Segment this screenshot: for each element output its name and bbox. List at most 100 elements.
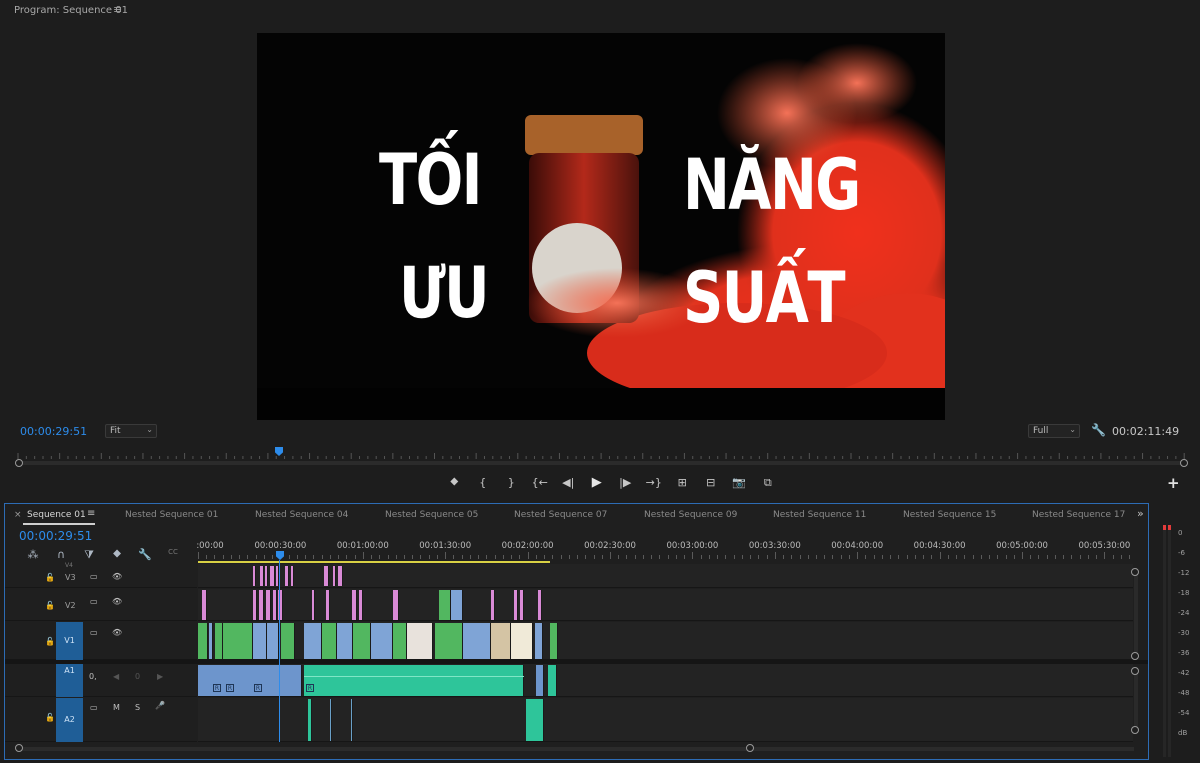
- track-area-v2[interactable]: [198, 589, 1133, 621]
- video-tracks-scrollbar[interactable]: [1134, 570, 1138, 656]
- v3-clip[interactable]: [253, 566, 256, 586]
- eye-icon[interactable]: 👁: [112, 597, 122, 606]
- captions-icon[interactable]: CC: [159, 548, 187, 562]
- next-keyframe-icon[interactable]: ▶: [157, 672, 163, 681]
- a2-clip[interactable]: [308, 699, 312, 741]
- lock-icon[interactable]: 🔓: [45, 713, 55, 722]
- video-scroll-bottom-handle[interactable]: [1131, 652, 1139, 660]
- snap-icon[interactable]: ∩: [47, 548, 75, 562]
- eye-icon[interactable]: 👁: [112, 628, 122, 637]
- a1-clip[interactable]: [304, 665, 524, 696]
- v2-clip[interactable]: [439, 590, 451, 620]
- tab-sequence-01[interactable]: Sequence 01: [27, 510, 86, 520]
- button-editor-add-button[interactable]: +: [1167, 474, 1180, 492]
- monitor-menu-icon[interactable]: ≡: [113, 3, 122, 16]
- v1-clip[interactable]: [535, 623, 543, 659]
- v3-clip[interactable]: [260, 566, 264, 586]
- tab-nested-sequence-07[interactable]: Nested Sequence 07: [514, 510, 607, 520]
- v2-clip[interactable]: [514, 590, 518, 620]
- v2-clip[interactable]: [538, 590, 542, 620]
- monitor-time-ruler[interactable]: [16, 449, 1186, 459]
- v2-clip[interactable]: [259, 590, 264, 620]
- close-tab-icon[interactable]: ×: [14, 510, 22, 520]
- v1-clip[interactable]: [463, 623, 491, 659]
- v3-clip[interactable]: [338, 566, 343, 586]
- fx-badge[interactable]: R: [254, 684, 262, 692]
- audio-tracks-scrollbar[interactable]: [1134, 670, 1138, 732]
- linked-selection-icon[interactable]: ⧩: [75, 548, 103, 562]
- v1-clip[interactable]: [198, 623, 208, 659]
- v1-clip[interactable]: [511, 623, 533, 659]
- v1-clip[interactable]: [407, 623, 433, 659]
- timeline-timecode[interactable]: 00:00:29:51: [19, 529, 92, 543]
- toggle-sync-icon[interactable]: ▭: [90, 597, 98, 606]
- v3-clip[interactable]: [324, 566, 329, 586]
- v1-clip[interactable]: [435, 623, 463, 659]
- toggle-sync-icon[interactable]: ▭: [90, 628, 98, 637]
- v2-clip[interactable]: [253, 590, 257, 620]
- track-area-a2[interactable]: [198, 698, 1133, 742]
- v3-clip[interactable]: [270, 566, 275, 586]
- lock-icon[interactable]: 🔓: [45, 573, 55, 582]
- tab-nested-sequence-15[interactable]: Nested Sequence 15: [903, 510, 996, 520]
- tab-nested-sequence-11[interactable]: Nested Sequence 11: [773, 510, 866, 520]
- scrub-end-handle[interactable]: [1180, 459, 1188, 467]
- hscroll-left-handle[interactable]: [15, 744, 23, 752]
- v1-clip[interactable]: [267, 623, 279, 659]
- timeline-ruler[interactable]: :00:00 00:00:30:00 00:01:00:00 00:01:30:00 0…: [196, 537, 1133, 563]
- v2-clip[interactable]: [326, 590, 330, 620]
- v2-clip[interactable]: [451, 590, 463, 620]
- v1-clip[interactable]: [215, 623, 223, 659]
- solo-button[interactable]: S: [135, 703, 140, 712]
- fx-badge[interactable]: R: [226, 684, 234, 692]
- v1-clip[interactable]: [337, 623, 353, 659]
- audio-scroll-bottom-handle[interactable]: [1131, 726, 1139, 734]
- toggle-sync-icon[interactable]: ▭: [90, 572, 98, 581]
- peak-indicator-left[interactable]: [1163, 525, 1166, 530]
- video-scroll-top-handle[interactable]: [1131, 568, 1139, 576]
- v1-clip[interactable]: [550, 623, 558, 659]
- v1-clip[interactable]: [281, 623, 295, 659]
- v1-clip[interactable]: [353, 623, 371, 659]
- v2-clip[interactable]: [352, 590, 357, 620]
- go-to-in-icon[interactable]: {←: [526, 474, 555, 492]
- audio-gain-toggle[interactable]: 0,: [89, 672, 97, 681]
- previous-keyframe-icon[interactable]: ◀: [113, 672, 119, 681]
- v2-clip[interactable]: [202, 590, 207, 620]
- tab-nested-sequence-01[interactable]: Nested Sequence 01: [125, 510, 218, 520]
- v3-clip[interactable]: [333, 566, 336, 586]
- scrub-start-handle[interactable]: [15, 459, 23, 467]
- overwrite-icon[interactable]: ⊟: [697, 474, 726, 492]
- a2-clip[interactable]: [526, 699, 544, 741]
- v2-clip[interactable]: [312, 590, 315, 620]
- tabs-overflow-icon[interactable]: »: [1137, 507, 1144, 520]
- v1-clip[interactable]: [223, 623, 253, 659]
- track-target-a1[interactable]: A1: [56, 664, 83, 697]
- v2-clip[interactable]: [393, 590, 399, 620]
- monitor-scrub-bar[interactable]: [18, 461, 1184, 465]
- v2-clip[interactable]: [273, 590, 277, 620]
- work-area-bar[interactable]: [198, 561, 550, 563]
- compare-icon[interactable]: ⧉: [754, 474, 783, 492]
- peak-indicator-right[interactable]: [1168, 525, 1171, 530]
- v2-clip[interactable]: [266, 590, 271, 620]
- step-forward-icon[interactable]: |▶: [611, 474, 640, 492]
- playback-resolution-select[interactable]: Full ⌄: [1028, 424, 1080, 438]
- settings-icon[interactable]: 🔧: [131, 548, 159, 562]
- v1-clip[interactable]: [253, 623, 267, 659]
- v1-clip[interactable]: [304, 623, 322, 659]
- playhead-timecode[interactable]: 00:00:29:51: [20, 425, 87, 438]
- v1-clip[interactable]: [491, 623, 511, 659]
- v1-clip[interactable]: [322, 623, 337, 659]
- v1-clip[interactable]: [393, 623, 407, 659]
- export-frame-icon[interactable]: 📷: [725, 474, 754, 492]
- audio-scroll-top-handle[interactable]: [1131, 667, 1139, 675]
- microphone-icon[interactable]: 🎤: [155, 701, 165, 710]
- v3-clip[interactable]: [285, 566, 289, 586]
- v3-clip[interactable]: [265, 566, 268, 586]
- fx-badge[interactable]: R: [213, 684, 221, 692]
- add-marker-icon[interactable]: ⯁: [103, 548, 131, 562]
- v1-clip[interactable]: [371, 623, 393, 659]
- tab-nested-sequence-04[interactable]: Nested Sequence 04: [255, 510, 348, 520]
- go-to-out-icon[interactable]: →}: [640, 474, 669, 492]
